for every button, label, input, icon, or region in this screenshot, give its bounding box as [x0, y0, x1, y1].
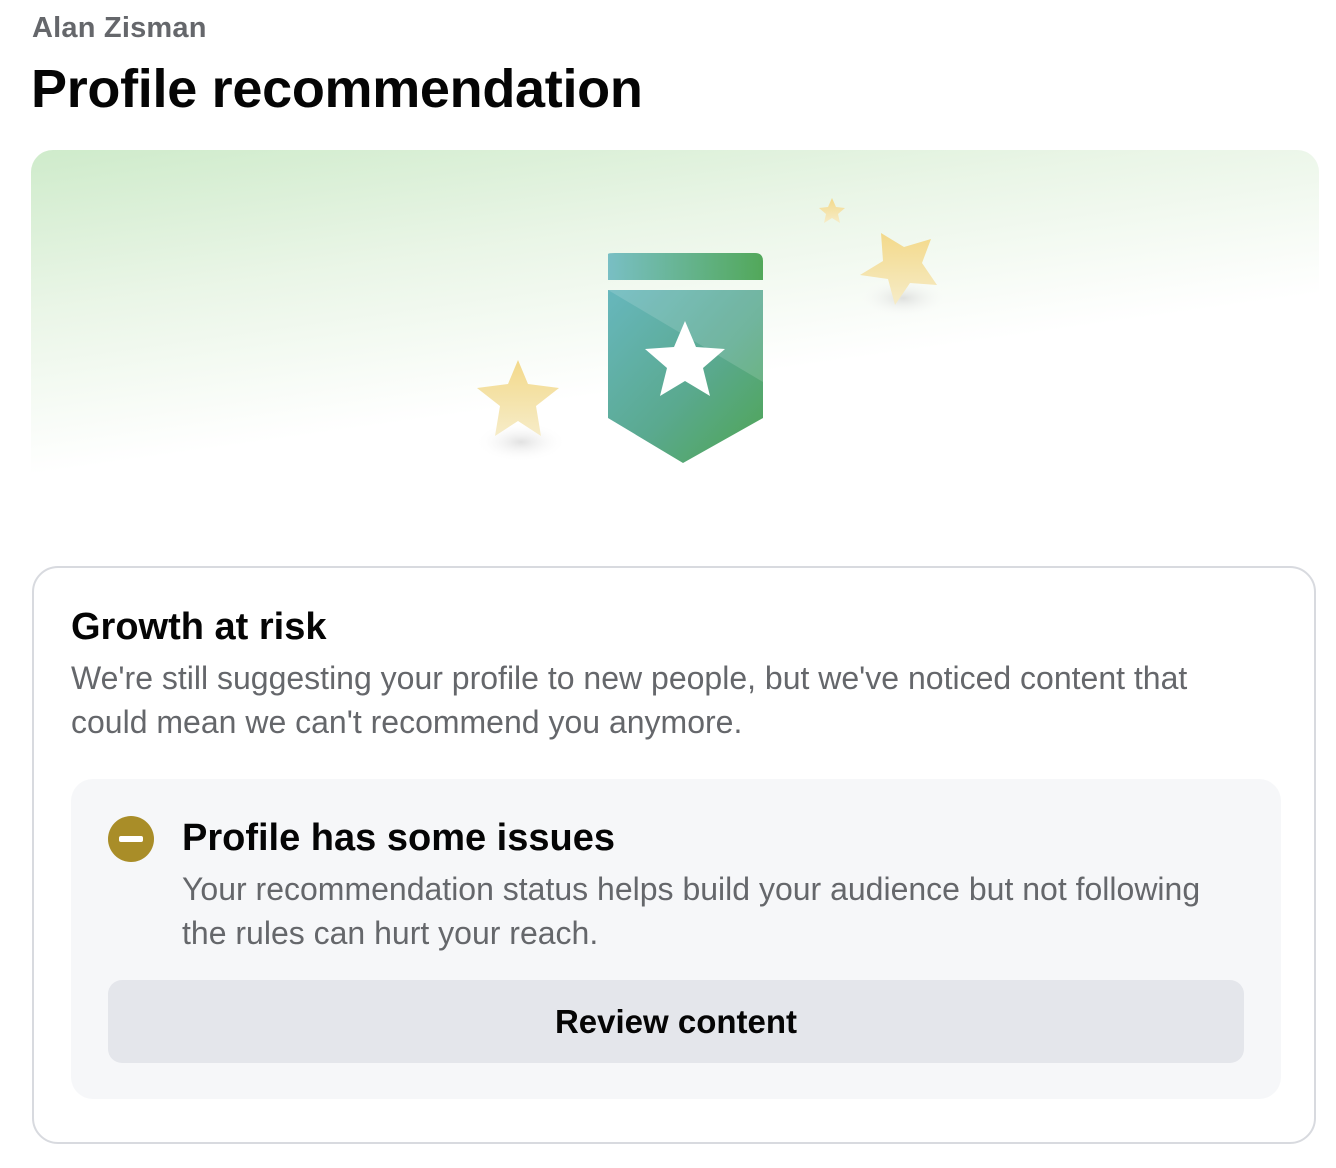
ribbon-star-badge-icon	[608, 253, 763, 463]
growth-status-card: Growth at risk We're still suggesting yo…	[32, 566, 1316, 1144]
hero-illustration	[475, 198, 949, 463]
status-title: Growth at risk	[71, 606, 327, 648]
issue-panel: Profile has some issues Your recommendat…	[71, 779, 1281, 1099]
issue-description: Your recommendation status helps build y…	[182, 871, 1201, 951]
account-name: Alan Zisman	[32, 12, 207, 44]
status-description: We're still suggesting your profile to n…	[71, 660, 1188, 740]
page-title: Profile recommendation	[31, 59, 643, 119]
review-content-button[interactable]: Review content	[108, 980, 1244, 1063]
hero-banner	[31, 150, 1319, 530]
issue-title: Profile has some issues	[182, 817, 615, 859]
minus-circle-icon	[108, 816, 154, 862]
small-star-icon	[819, 198, 845, 223]
